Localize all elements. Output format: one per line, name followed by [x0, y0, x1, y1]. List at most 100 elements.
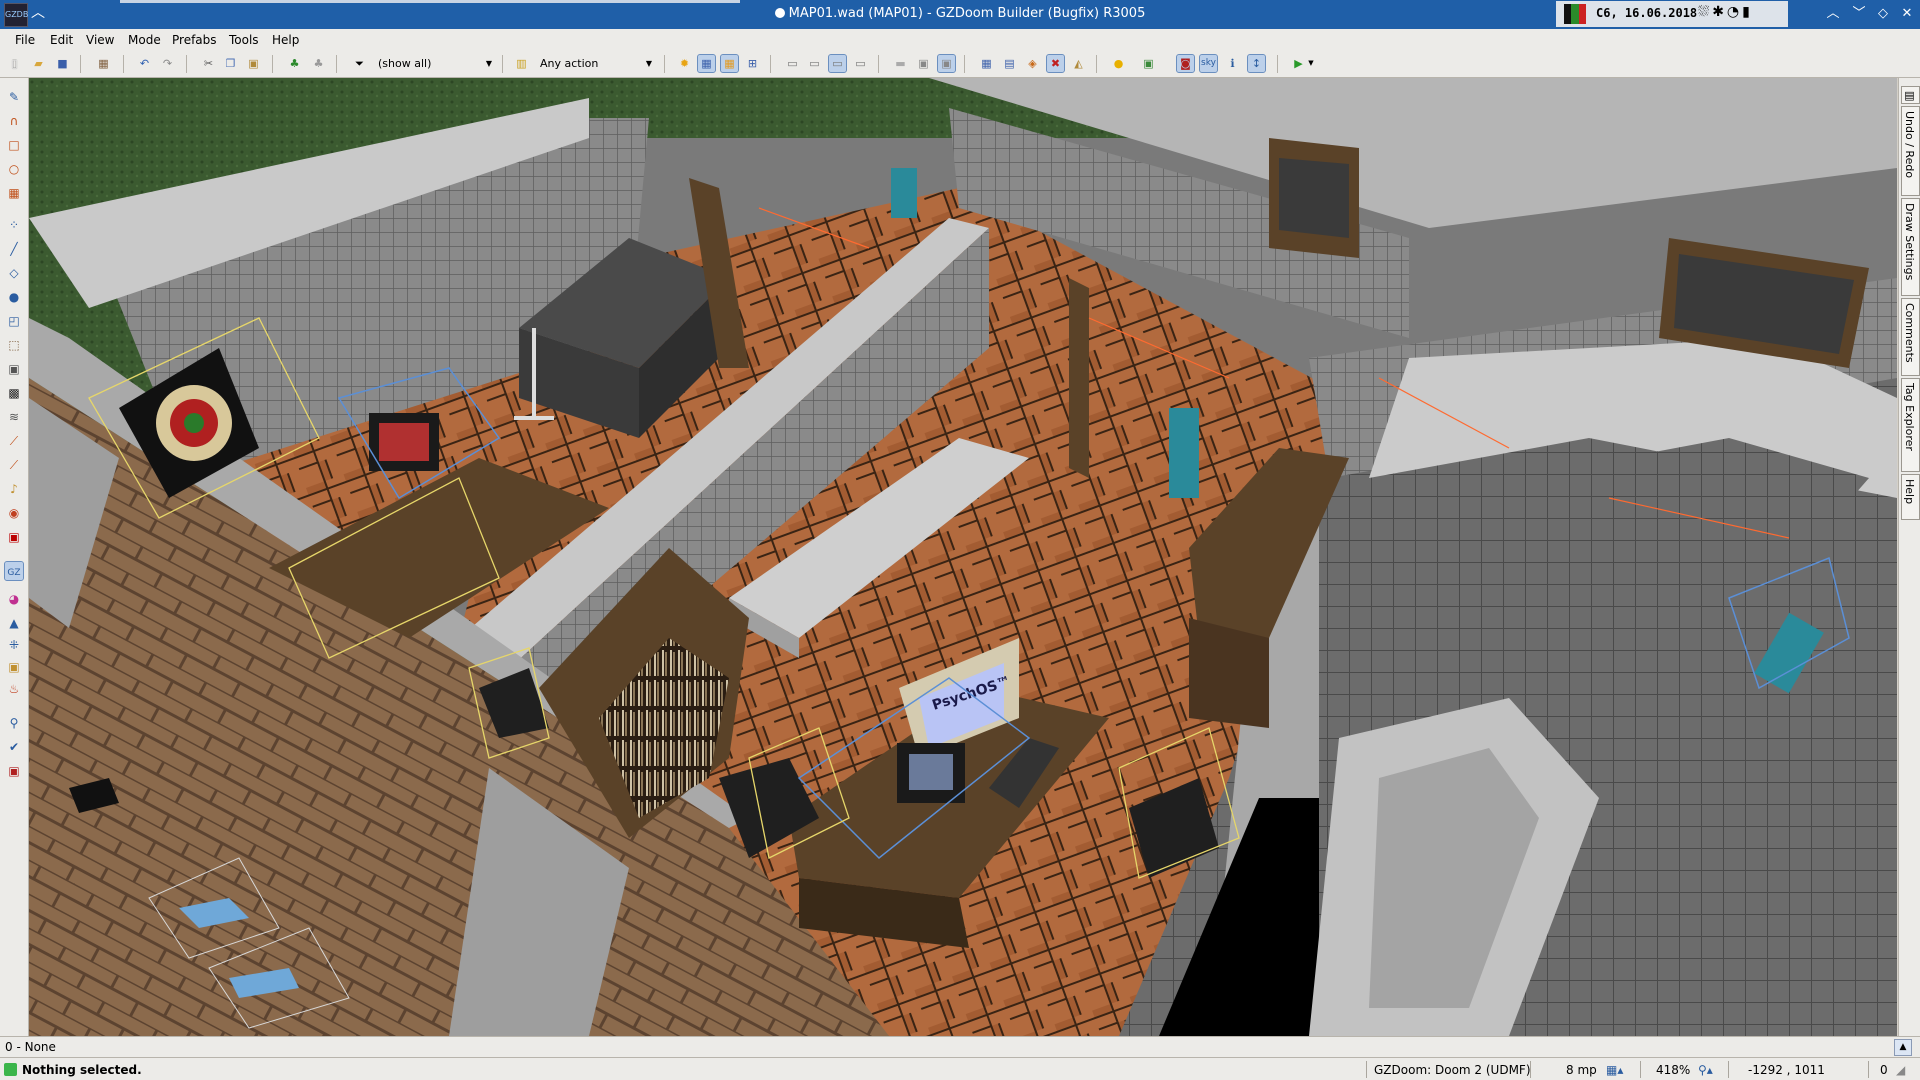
draw-ellipse-button[interactable]: ○ — [5, 160, 23, 178]
toggle-dynamic-grid-button[interactable]: ▦ — [720, 54, 739, 73]
test-map-dropdown[interactable]: ▼ — [1306, 55, 1316, 72]
snap-to-grid-button[interactable]: ⊞ — [744, 55, 761, 72]
keyboard-layout-flag-icon[interactable] — [1564, 4, 1586, 24]
undo-button[interactable]: ↶ — [136, 55, 153, 72]
minimize-icon[interactable]: ︿ — [1824, 5, 1842, 23]
things-mode-button[interactable]: ● — [5, 288, 23, 306]
view-ceilings-button[interactable]: ▭ — [852, 55, 869, 72]
linedef-color-preset-button[interactable]: ▥ — [513, 55, 530, 72]
toggle-events-button[interactable]: ◙ — [1176, 54, 1195, 73]
things-filter-icon-button[interactable]: ⏷ — [351, 55, 368, 72]
menu-prefabs[interactable]: Prefabs — [172, 33, 217, 47]
viewport-scene[interactable]: PsychOS™ — [29, 78, 1897, 1036]
cut-button[interactable]: ✂ — [200, 55, 217, 72]
map-options-button[interactable]: ▦ — [95, 55, 112, 72]
view-brightness-button[interactable]: ▭ — [806, 55, 823, 72]
menu-view[interactable]: View — [86, 33, 114, 47]
model-render-button[interactable]: ◈ — [1024, 55, 1041, 72]
menu-help[interactable]: Help — [272, 33, 299, 47]
visual-mode-button[interactable]: ▩ — [5, 384, 23, 402]
slope-mode-button[interactable]: ⟋ — [5, 432, 23, 450]
copy-button[interactable]: ❐ — [222, 55, 239, 72]
resize-grip-icon[interactable]: ◢ — [1896, 1063, 1905, 1077]
menu-file[interactable]: File — [15, 33, 35, 47]
zoom-level[interactable]: 418% — [1656, 1063, 1690, 1077]
edit-selection-button[interactable]: ⬚ — [5, 336, 23, 354]
new-map-button[interactable]: ▯ — [6, 55, 23, 72]
view-floors-button[interactable]: ▭ — [828, 54, 847, 73]
ceilings-view-icon: ▭ — [855, 57, 866, 70]
linedefs-mode-button[interactable]: ╱ — [5, 240, 23, 258]
full-brightness-button[interactable]: ✹ — [676, 55, 693, 72]
bridge-mode-button[interactable]: ⟋ — [5, 456, 23, 474]
flat-browser-button[interactable]: ▤ — [1001, 55, 1018, 72]
dock-tab-draw-settings[interactable]: Draw Settings — [1901, 198, 1920, 296]
map-analysis-button[interactable]: ✔ — [5, 738, 23, 756]
export-button[interactable]: ▣ — [5, 658, 23, 676]
toggle-grid-button[interactable]: ▦ — [697, 54, 716, 73]
layers-button[interactable]: ≋ — [5, 408, 23, 426]
toggle-dynamic-lights-button[interactable]: ✖ — [1046, 54, 1065, 73]
thing-filter-mode-button[interactable]: ♨ — [5, 680, 23, 698]
dock-pin-button[interactable]: ▤ — [1901, 86, 1920, 104]
sectors-mode-button[interactable]: ◇ — [5, 264, 23, 282]
grid-size[interactable]: 8 mp — [1566, 1063, 1597, 1077]
grid-settings-icon[interactable]: ▦▴ — [1606, 1063, 1623, 1077]
menu-mode[interactable]: Mode — [128, 33, 161, 47]
screenshot-settings-button[interactable]: ▣ — [1140, 55, 1157, 72]
draw-grid-button[interactable]: ▦ — [5, 184, 23, 202]
restore-icon[interactable]: ◇ — [1874, 5, 1892, 23]
insert-prefab-button[interactable]: ♣ — [286, 55, 303, 72]
draw-curve-button[interactable]: ∩ — [5, 112, 23, 130]
sector-tags-button[interactable]: ⁜ — [5, 636, 23, 654]
toggle-sky-button[interactable]: sky — [1199, 54, 1218, 73]
merge-button[interactable]: ▣ — [937, 54, 956, 73]
vertical-move-button[interactable]: ↕ — [1247, 54, 1266, 73]
dock-tab-undo-redo[interactable]: Undo / Redo — [1901, 106, 1920, 196]
sound-environment-button[interactable]: ◉ — [5, 504, 23, 522]
texture-align-button[interactable]: ▣ — [5, 360, 23, 378]
things-filter-select[interactable]: (show all) ▼ — [374, 54, 494, 73]
open-map-button[interactable]: ▰ — [30, 55, 47, 72]
texture-browser-mode-button[interactable]: ▣ — [5, 528, 23, 546]
menu-edit[interactable]: Edit — [50, 33, 73, 47]
vertices-mode-button[interactable]: ⁘ — [5, 216, 23, 234]
maximize-icon[interactable]: ﹀ — [1850, 5, 1868, 23]
toggle-fog-button[interactable]: ◭ — [1070, 55, 1087, 72]
insert-previous-prefab-button[interactable]: ♣ — [310, 55, 327, 72]
script-editor-button[interactable]: ▣ — [5, 762, 23, 780]
draw-lines-button[interactable]: ✎ — [5, 88, 23, 106]
view-wireframe-button[interactable]: ▭ — [784, 55, 801, 72]
redo-button[interactable]: ↷ — [159, 55, 176, 72]
expand-info-panel-button[interactable]: ▲ — [1894, 1039, 1912, 1056]
map-options-icon: ▦ — [98, 57, 109, 70]
gzdb-visual-mode-button[interactable]: GZ — [4, 561, 24, 581]
game-configuration[interactable]: GZDoom: Doom 2 (UDMF) — [1374, 1063, 1531, 1077]
select-sectors-button[interactable]: ▬ — [892, 55, 909, 72]
visual-mode-viewport[interactable]: PsychOS™ — [29, 78, 1897, 1036]
draw-rectangle-button[interactable]: □ — [5, 136, 23, 154]
info-button[interactable]: ℹ — [1224, 55, 1241, 72]
dock-tab-tag-explorer[interactable]: Tag Explorer — [1901, 378, 1920, 472]
close-icon[interactable]: ✕ — [1898, 5, 1916, 23]
color-picker-button[interactable]: ◕ — [5, 590, 23, 608]
menu-tools[interactable]: Tools — [229, 33, 259, 47]
clock[interactable]: C6, 16.06.2018 — [1596, 6, 1697, 20]
zoom-magnifier-icon[interactable]: ⚲▴ — [1698, 1063, 1713, 1077]
find-replace-button[interactable]: ⚲ — [5, 714, 23, 732]
terrain-button[interactable]: ▲ — [5, 614, 23, 632]
test-map-button[interactable]: ▶ — [1290, 55, 1307, 72]
flip-button[interactable]: ▣ — [915, 55, 932, 72]
save-map-button[interactable]: ■ — [54, 55, 71, 72]
action-filter-select[interactable]: Any action ▼ — [536, 54, 654, 73]
dock-tab-comments[interactable]: Comments — [1901, 298, 1920, 376]
sound-propagation-button[interactable]: ♪ — [5, 480, 23, 498]
new-file-icon: ▯ — [11, 57, 18, 70]
paste-button[interactable]: ▣ — [245, 55, 262, 72]
tray-icons[interactable]: ⛆✱◔▮ — [1698, 4, 1753, 20]
light-settings-button[interactable]: ● — [1110, 55, 1127, 72]
make-sectors-button[interactable]: ◰ — [5, 312, 23, 330]
dock-tab-help[interactable]: Help — [1901, 474, 1920, 520]
gz-icon: GZ — [7, 568, 21, 578]
texture-browser-button[interactable]: ▦ — [978, 55, 995, 72]
